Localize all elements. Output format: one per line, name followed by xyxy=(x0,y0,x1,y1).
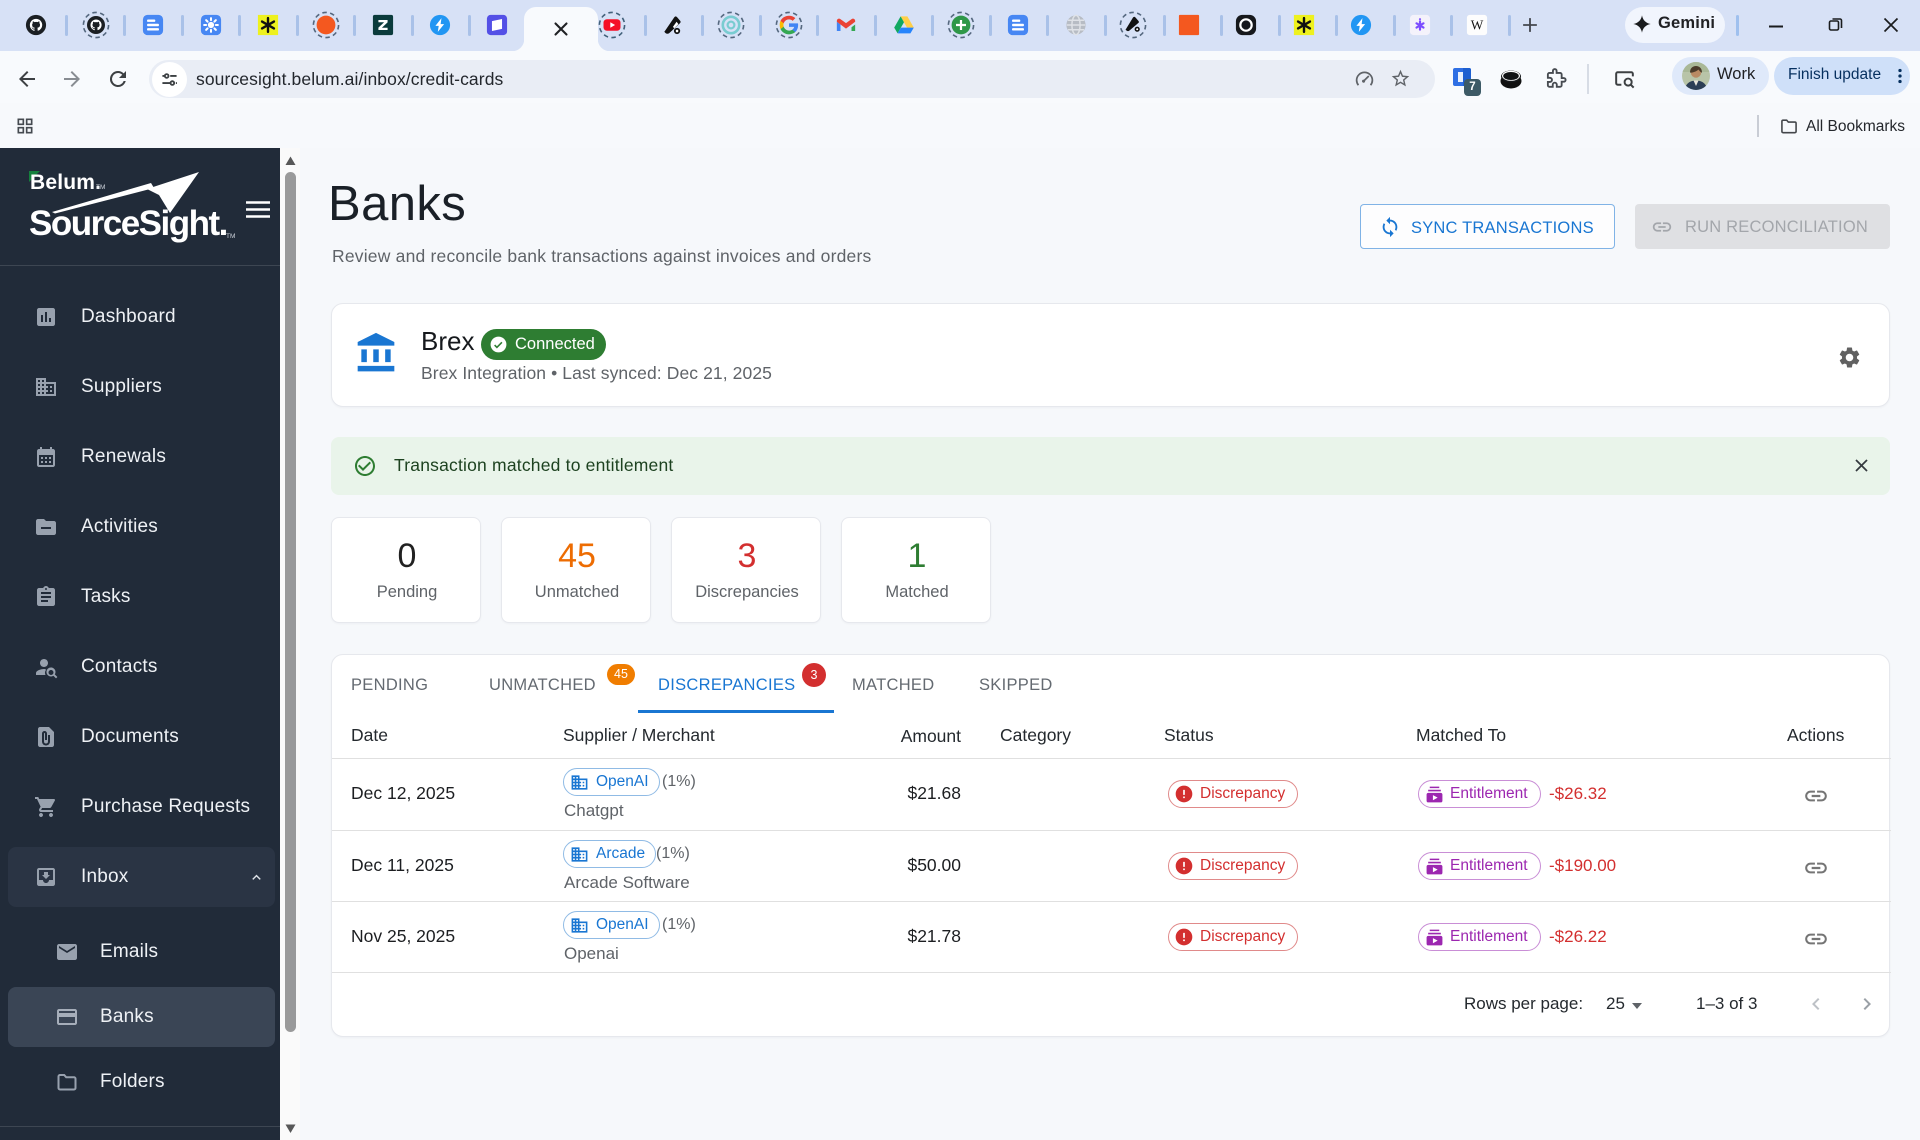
svg-text:W: W xyxy=(1471,17,1484,32)
